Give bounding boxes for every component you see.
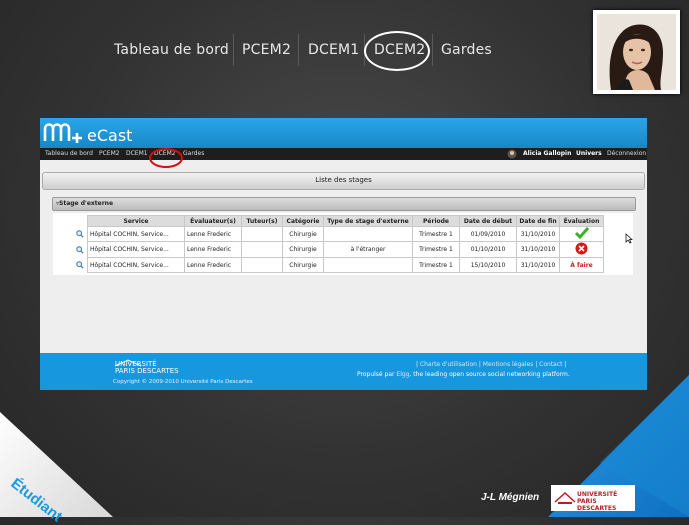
cell-fin: 31/10/2010 [516,241,560,258]
magnifier-icon[interactable] [76,261,84,269]
link-contact[interactable]: Contact [539,361,562,368]
slide-nav-tableau: Tableau de bord [114,42,229,58]
app-header: eCast [40,118,647,148]
cell-categorie: Chirurgie [282,226,324,242]
magnifier-icon[interactable] [76,230,84,238]
university-crest-icon [554,491,576,504]
cell-fin: 31/10/2010 [516,257,560,273]
user-name[interactable]: Alicia Gallopin [523,150,571,157]
app-name: eCast [87,126,133,145]
check-icon[interactable] [574,227,589,240]
university-logo: UNIVERSITÉ PARIS DESCARTES [551,485,635,512]
footer-powered: Propulsé par Elgg, the leading open sour… [357,371,570,378]
cell-tuteur [241,226,283,242]
link-charte[interactable]: Charte d'utilisation [420,361,477,368]
menu-tableau[interactable]: Tableau de bord [45,150,93,157]
cell-evaluation[interactable] [559,226,604,242]
menu-pcem2[interactable]: PCEM2 [99,150,120,157]
table-row[interactable]: Hôpital COCHIN, Service... Lenne Frederi… [87,257,604,273]
avatar-icon[interactable] [507,149,517,159]
user-photo [593,10,680,94]
cell-evaluateur: Lenne Frederic [184,241,242,258]
footer-copyright: Copyright © 2009-2010 Université Paris D… [113,379,253,385]
slide-nav-gardes: Gardes [441,42,492,58]
col-header[interactable]: Service [87,215,185,227]
separator [298,34,299,66]
ecast-logo-icon [43,123,82,143]
section-toggle[interactable]: ▿Stage d'externe [52,197,636,211]
logout-link[interactable]: Déconnexion [607,150,646,157]
col-header[interactable]: Évaluation [559,215,604,227]
col-header[interactable]: Catégorie [282,215,324,227]
cell-type [323,226,413,242]
col-header[interactable]: Tuteur(s) [241,215,283,227]
cell-evaluateur: Lenne Frederic [184,226,242,242]
table-row[interactable]: Hôpital COCHIN, Service... Lenne Frederi… [87,226,604,242]
menu-gardes[interactable]: Gardes [183,150,204,157]
cell-evaluation[interactable] [559,241,604,258]
magnifier-icon[interactable] [76,246,84,254]
cell-type [323,257,413,273]
cell-type: à l'étranger [323,241,413,258]
footer-univ-line2: PARIS DESCARTES [115,367,179,375]
footer-links: | Charte d'utilisation | Mentions légale… [416,361,567,368]
cell-fin: 31/10/2010 [516,226,560,242]
col-header[interactable]: Date de début [459,215,517,227]
cell-categorie: Chirurgie [282,241,324,258]
menu-highlight-circle [149,148,183,168]
cell-debut: 01/09/2010 [459,226,517,242]
separator [233,34,234,66]
cell-categorie: Chirurgie [282,257,324,273]
app-content: Liste des stages ▿Stage d'externe Servic… [40,160,647,353]
link-mentions[interactable]: Mentions légales [483,361,534,368]
col-header[interactable]: Période [412,215,460,227]
link-elgg[interactable]: Elgg [396,371,409,378]
cell-periode: Trimestre 1 [412,257,460,273]
cell-periode: Trimestre 1 [412,226,460,242]
section-title: ▿Stage d'externe [56,200,114,207]
col-header[interactable]: Type de stage d'externe [323,215,413,227]
cell-service[interactable]: Hôpital COCHIN, Service... [87,226,185,242]
panel-title: Liste des stages [315,176,372,184]
cell-debut: 01/10/2010 [459,241,517,258]
logo-line1: UNIVERSITÉ [577,491,618,498]
separator [432,34,433,66]
cursor-icon [625,233,633,244]
col-header[interactable]: Évaluateur(s) [184,215,242,227]
logo-line2: PARIS DESCARTES [577,498,617,512]
stages-table-wrap: Service Évaluateur(s) Tuteur(s) Catégori… [53,213,633,275]
univers-link[interactable]: Univers [576,150,602,157]
slide-nav-dcem1: DCEM1 [308,42,360,58]
table-row[interactable]: Hôpital COCHIN, Service... Lenne Frederi… [87,241,604,258]
cell-debut: 15/10/2010 [459,257,517,273]
stages-panel-header: Liste des stages [42,172,645,190]
powered-prefix: Propulsé par [357,371,395,378]
cell-service[interactable]: Hôpital COCHIN, Service... [87,257,185,273]
app-menubar: Tableau de bord PCEM2 DCEM1 DCEM2 Gardes… [40,148,647,160]
stages-table: Service Évaluateur(s) Tuteur(s) Catégori… [87,215,604,273]
app-screenshot: eCast Tableau de bord PCEM2 DCEM1 DCEM2 … [40,118,647,390]
portrait-image [597,14,676,90]
cell-service[interactable]: Hôpital COCHIN, Service... [87,241,185,258]
slide-nav-pcem2: PCEM2 [242,42,292,58]
slide-nav: Tableau de bord PCEM2 DCEM1 DCEM2 Gardes [106,32,496,70]
cell-evaluateur: Lenne Frederic [184,257,242,273]
col-header[interactable]: Date de fin [516,215,560,227]
cancel-icon[interactable] [575,242,588,255]
app-footer: UNIVERSITÉ PARIS DESCARTES Copyright © 2… [40,353,647,390]
author-name: J-L Mégnien [481,492,540,503]
cell-tuteur [241,241,283,258]
menu-dcem1[interactable]: DCEM1 [126,150,148,157]
highlight-circle [364,31,430,71]
todo-link[interactable]: À faire [559,257,604,273]
powered-suffix: , the leading open source social network… [409,371,570,378]
cell-tuteur [241,257,283,273]
table-header-row: Service Évaluateur(s) Tuteur(s) Catégori… [87,215,604,227]
cell-periode: Trimestre 1 [412,241,460,258]
